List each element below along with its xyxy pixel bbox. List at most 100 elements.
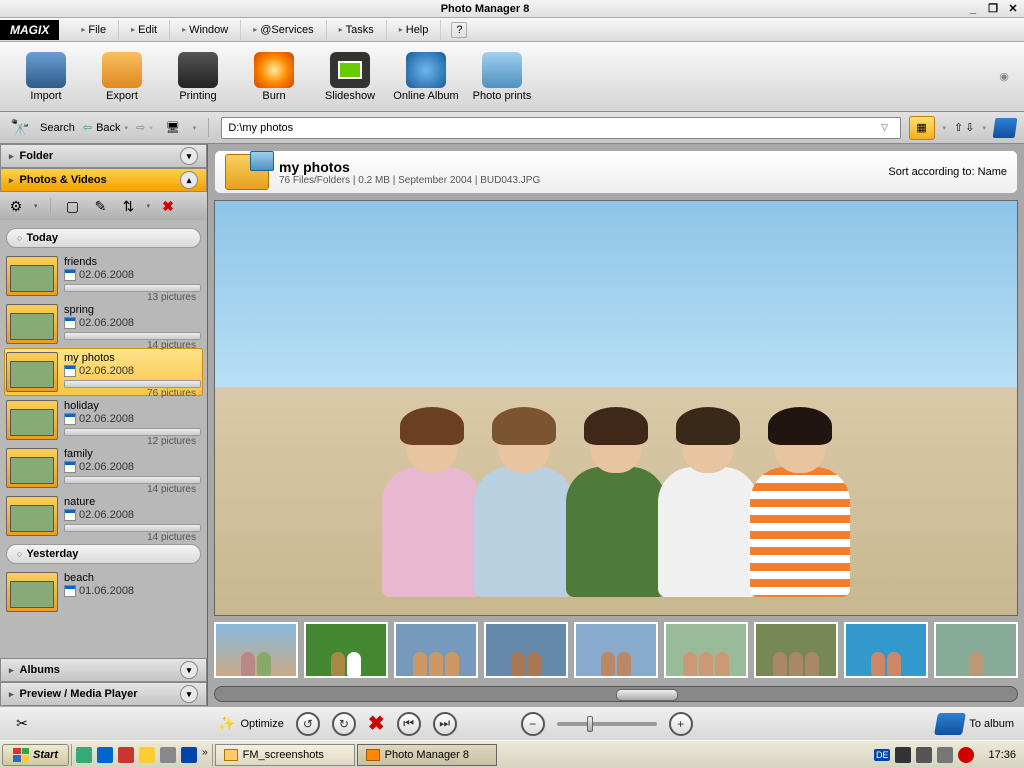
menu-help[interactable]: ▸Help xyxy=(387,20,442,40)
folder-item-nature[interactable]: nature 02.06.2008 14 pictures xyxy=(4,492,203,540)
folder-item-friends[interactable]: friends 02.06.2008 13 pictures xyxy=(4,252,203,300)
system-tray: DE xyxy=(868,747,981,763)
zoom-handle[interactable] xyxy=(587,716,593,732)
sort-label[interactable]: Sort according to: Name xyxy=(888,166,1007,178)
quicklaunch-icon[interactable] xyxy=(181,747,197,763)
folder-item-holiday[interactable]: holiday 02.06.2008 12 pictures xyxy=(4,396,203,444)
accordion-preview-player[interactable]: ▸Preview / Media Player▾ xyxy=(0,682,207,706)
language-indicator[interactable]: DE xyxy=(874,749,891,761)
thumbnail-view-button[interactable]: ▦ xyxy=(909,116,935,140)
thumbnail[interactable] xyxy=(934,622,1018,678)
back-button[interactable]: ⇦Back▾ xyxy=(83,121,128,134)
folder-icon xyxy=(225,154,269,190)
zoom-slider[interactable] xyxy=(557,722,657,726)
online-album-button[interactable]: Online Album xyxy=(388,46,464,108)
thumbnail[interactable] xyxy=(214,622,298,678)
content-title: my photos xyxy=(279,159,540,175)
thumbnail[interactable] xyxy=(304,622,388,678)
optimize-button[interactable]: ✨Optimize xyxy=(218,715,284,732)
edit-icon[interactable]: ✎ xyxy=(91,196,111,216)
slideshow-icon xyxy=(330,52,370,88)
group-yesterday[interactable]: Yesterday xyxy=(6,544,201,564)
thumbnail[interactable] xyxy=(754,622,838,678)
thumbnail[interactable] xyxy=(664,622,748,678)
folder-item-family[interactable]: family 02.06.2008 14 pictures xyxy=(4,444,203,492)
to-album-button[interactable]: To album xyxy=(936,713,1014,735)
path-dropdown-icon[interactable]: ▽ xyxy=(876,122,894,133)
menu-tasks[interactable]: ▸Tasks xyxy=(327,20,387,40)
thumbnail[interactable] xyxy=(574,622,658,678)
folder-item-spring[interactable]: spring 02.06.2008 14 pictures xyxy=(4,300,203,348)
tray-icon[interactable] xyxy=(937,747,953,763)
photo-prints-button[interactable]: Photo prints xyxy=(464,46,540,108)
refresh-icon[interactable]: ◉ xyxy=(992,66,1016,88)
main-area: ▸Folder▾ ▸Photos & Videos▴ ⚙▾ ▢ ✎ ⇅▾ ✖ T… xyxy=(0,144,1024,706)
horizontal-scrollbar[interactable] xyxy=(214,686,1018,702)
minimize-button[interactable]: _ xyxy=(966,2,980,16)
tool-icon[interactable]: ✂ xyxy=(10,713,34,735)
gear-icon[interactable]: ⚙ xyxy=(6,196,26,216)
thumbnail[interactable] xyxy=(394,622,478,678)
quicklaunch-icon[interactable] xyxy=(97,747,113,763)
path-input[interactable] xyxy=(228,122,875,134)
content-subtitle: 76 Files/Folders | 0.2 MB | September 20… xyxy=(279,175,540,186)
close-button[interactable]: ✕ xyxy=(1006,2,1020,16)
accordion-photos-videos[interactable]: ▸Photos & Videos▴ xyxy=(0,168,207,192)
sort-button[interactable]: ⇧⇩ xyxy=(954,121,974,134)
next-button[interactable]: ⏭ xyxy=(433,712,457,736)
quicklaunch-icon[interactable] xyxy=(160,747,176,763)
thumbnail[interactable] xyxy=(484,622,568,678)
camera-icon xyxy=(26,52,66,88)
maximize-button[interactable]: ❐ xyxy=(986,2,1000,16)
burn-button[interactable]: Burn xyxy=(236,46,312,108)
group-today[interactable]: Today xyxy=(6,228,201,248)
quicklaunch-icon[interactable] xyxy=(139,747,155,763)
rotate-right-button[interactable]: ↻ xyxy=(332,712,356,736)
tray-icon[interactable] xyxy=(895,747,911,763)
printing-button[interactable]: Printing xyxy=(160,46,236,108)
menu-edit[interactable]: ▸Edit xyxy=(119,20,170,40)
import-button[interactable]: Import xyxy=(8,46,84,108)
taskbar-item-photo-manager[interactable]: Photo Manager 8 xyxy=(357,744,497,766)
app-title: Photo Manager 8 xyxy=(4,3,966,15)
start-button[interactable]: Start xyxy=(2,744,69,766)
export-button[interactable]: Export xyxy=(84,46,160,108)
taskbar-item-screenshots[interactable]: FM_screenshots xyxy=(215,744,355,766)
new-icon[interactable]: ▢ xyxy=(63,196,83,216)
help-bubble-icon[interactable]: ? xyxy=(451,22,467,38)
zoom-in-button[interactable]: + xyxy=(669,712,693,736)
folder-item-my-photos[interactable]: my photos 02.06.2008 76 pictures xyxy=(4,348,203,396)
quicklaunch-more-icon[interactable]: » xyxy=(202,747,208,763)
quicklaunch-icon[interactable] xyxy=(76,747,92,763)
folder-list[interactable]: Today friends 02.06.2008 13 pictures spr… xyxy=(0,220,207,658)
previous-button[interactable]: ⏮ xyxy=(397,712,421,736)
delete-icon[interactable]: ✖ xyxy=(158,196,178,216)
expand-icon: ▴ xyxy=(180,171,198,189)
quicklaunch-icon[interactable] xyxy=(118,747,134,763)
menu-window[interactable]: ▸Window xyxy=(170,20,241,40)
sort-icon[interactable]: ⇅ xyxy=(119,196,139,216)
bottom-toolbar: ✂ ✨Optimize ↺ ↻ ✖ ⏮ ⏭ − + To album xyxy=(0,706,1024,740)
search-label[interactable]: Search xyxy=(40,122,75,134)
image-preview[interactable] xyxy=(214,200,1018,616)
tray-icon[interactable] xyxy=(916,747,932,763)
menu-file[interactable]: ▸File xyxy=(69,20,119,40)
accordion-folder[interactable]: ▸Folder▾ xyxy=(0,144,207,168)
tray-icon[interactable] xyxy=(958,747,974,763)
thumbnail[interactable] xyxy=(844,622,928,678)
folder-thumb-icon xyxy=(6,256,58,296)
folder-item-beach[interactable]: beach 01.06.2008 xyxy=(4,568,203,616)
album-icon[interactable] xyxy=(993,118,1018,138)
binoculars-icon[interactable]: 🔭 xyxy=(8,117,32,139)
folder-icon xyxy=(224,749,238,761)
slideshow-button[interactable]: Slideshow xyxy=(312,46,388,108)
delete-photo-button[interactable]: ✖ xyxy=(368,711,385,736)
zoom-out-button[interactable]: − xyxy=(521,712,545,736)
menu-services[interactable]: ▸@Services xyxy=(241,20,326,40)
accordion-albums[interactable]: ▸Albums▾ xyxy=(0,658,207,682)
taskbar-clock[interactable]: 17:36 xyxy=(982,749,1022,761)
forward-button[interactable]: ⇨▾ xyxy=(136,121,153,134)
rotate-left-button[interactable]: ↺ xyxy=(296,712,320,736)
monitor-icon[interactable]: 🖥 xyxy=(161,117,185,139)
folder-thumb-icon xyxy=(6,572,58,612)
